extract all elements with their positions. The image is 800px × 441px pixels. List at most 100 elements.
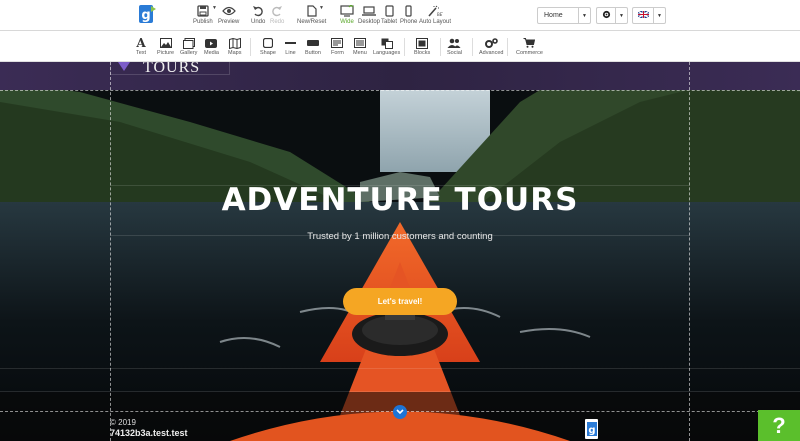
settings-dropdown[interactable]: ▼ (596, 7, 628, 24)
add-line-button[interactable]: Line (285, 36, 296, 56)
chevron-down-icon: ▼ (578, 8, 590, 23)
gallery-icon (182, 36, 195, 50)
add-picture-button[interactable]: Picture (157, 36, 174, 56)
phone-icon (405, 3, 412, 19)
undo-button[interactable]: Undo (251, 3, 265, 25)
desktop-view-button[interactable]: Desktop (358, 3, 380, 25)
text-icon: A (136, 36, 146, 50)
undo-label: Undo (251, 19, 266, 25)
blocks-icon (416, 36, 429, 50)
add-languages-button[interactable]: Languages (373, 36, 400, 56)
add-blocks-button[interactable]: Blocks (414, 36, 430, 56)
add-commerce-button[interactable]: Commerce (516, 36, 543, 56)
form-tool-label: Form (331, 50, 344, 56)
scroll-down-icon[interactable] (393, 405, 407, 419)
help-button[interactable]: ? (758, 410, 800, 441)
cta-button[interactable]: Let's travel! (343, 288, 457, 315)
languages-tool-label: Languages (373, 50, 401, 56)
button-element-icon (306, 36, 319, 50)
hero-subtitle[interactable]: Trusted by 1 million customers and count… (0, 231, 800, 242)
publish-label: Publish (193, 19, 213, 25)
editor-canvas[interactable]: TOURS ADVENTURE TOURS Trusted by 1 milli… (0, 62, 800, 441)
form-icon (331, 36, 344, 50)
undo-icon (252, 3, 264, 19)
preview-button[interactable]: Preview (218, 3, 239, 25)
shape-icon (262, 36, 273, 50)
svg-text:BETA: BETA (437, 12, 443, 17)
shape-tool-label: Shape (260, 50, 276, 56)
line-icon (285, 36, 296, 50)
publish-button[interactable]: Publish (193, 3, 213, 25)
media-tool-label: Media (204, 50, 219, 56)
divider (404, 38, 405, 56)
auto-layout-button[interactable]: BETA Auto Layout (419, 3, 451, 25)
wide-monitor-icon (340, 3, 354, 19)
add-gallery-button[interactable]: Gallery (180, 36, 197, 56)
new-page-icon (307, 3, 317, 19)
add-media-button[interactable]: Media (204, 36, 219, 56)
add-shape-button[interactable]: Shape (260, 36, 276, 56)
commerce-tool-label: Commerce (516, 50, 543, 56)
divider (440, 38, 441, 56)
phone-label: Phone (400, 19, 418, 25)
uk-flag-icon (633, 10, 653, 20)
menu-icon (353, 36, 366, 50)
hero-title[interactable]: ADVENTURE TOURS (0, 182, 800, 218)
chevron-down-icon: ▼ (653, 8, 665, 23)
line-tool-label: Line (285, 50, 296, 56)
eye-icon (221, 3, 236, 19)
site-logo-text[interactable]: TOURS (143, 62, 200, 77)
builder-badge-icon[interactable]: g (585, 419, 598, 439)
section-divider (0, 368, 800, 369)
section-divider (0, 391, 800, 392)
redo-label: Redo (270, 19, 285, 25)
wide-label: Wide (340, 19, 354, 25)
brand-triangle-icon (118, 62, 130, 71)
footer-domain[interactable]: 74132b3a.test.test (110, 428, 188, 438)
gear-icon (597, 10, 615, 21)
hero-background-image (0, 62, 800, 441)
languages-icon (381, 36, 393, 50)
publish-dropdown-caret-icon[interactable]: ▼ (212, 5, 217, 11)
text-tool-label: Text (136, 50, 147, 56)
save-icon (197, 3, 209, 19)
divider (250, 38, 251, 56)
laptop-icon (362, 3, 376, 19)
preview-label: Preview (218, 19, 240, 25)
new-reset-label: New/Reset (297, 19, 327, 25)
tablet-icon (384, 3, 394, 19)
svg-text:g: g (588, 425, 595, 436)
svg-text:g: g (141, 8, 150, 23)
app-logo-icon[interactable]: g (137, 4, 157, 24)
add-social-button[interactable]: Social (447, 36, 462, 56)
phone-view-button[interactable]: Phone (400, 3, 417, 25)
add-text-button[interactable]: A Text (136, 36, 146, 56)
wide-view-button[interactable]: Wide (340, 3, 354, 25)
chevron-down-icon: ▼ (615, 8, 627, 23)
redo-icon (271, 3, 283, 19)
add-button-button[interactable]: Button (305, 36, 321, 56)
auto-layout-label: Auto Layout (419, 19, 452, 25)
divider (507, 38, 508, 56)
language-dropdown[interactable]: ▼ (632, 7, 666, 24)
footer-copyright[interactable]: © 2019 (110, 418, 136, 427)
page-select-value: Home (544, 12, 563, 19)
redo-button[interactable]: Redo (270, 3, 284, 25)
desktop-label: Desktop (358, 19, 381, 25)
top-toolbar: g Publish ▼ Preview Undo Redo New/Reset … (0, 0, 800, 31)
users-icon (447, 36, 461, 50)
add-form-button[interactable]: Form (331, 36, 344, 56)
map-icon (228, 36, 241, 50)
add-menu-button[interactable]: Menu (353, 36, 367, 56)
blocks-tool-label: Blocks (414, 50, 431, 56)
tablet-view-button[interactable]: Tablet (381, 3, 397, 25)
divider (472, 38, 473, 56)
add-maps-button[interactable]: Maps (228, 36, 241, 56)
menu-tool-label: Menu (353, 50, 367, 56)
gallery-tool-label: Gallery (180, 50, 198, 56)
picture-tool-label: Picture (157, 50, 175, 56)
page-select[interactable]: Home ▼ (537, 7, 591, 24)
new-reset-dropdown-caret-icon[interactable]: ▼ (319, 5, 324, 11)
add-advanced-button[interactable]: Advanced (479, 36, 503, 56)
tablet-label: Tablet (381, 19, 398, 25)
